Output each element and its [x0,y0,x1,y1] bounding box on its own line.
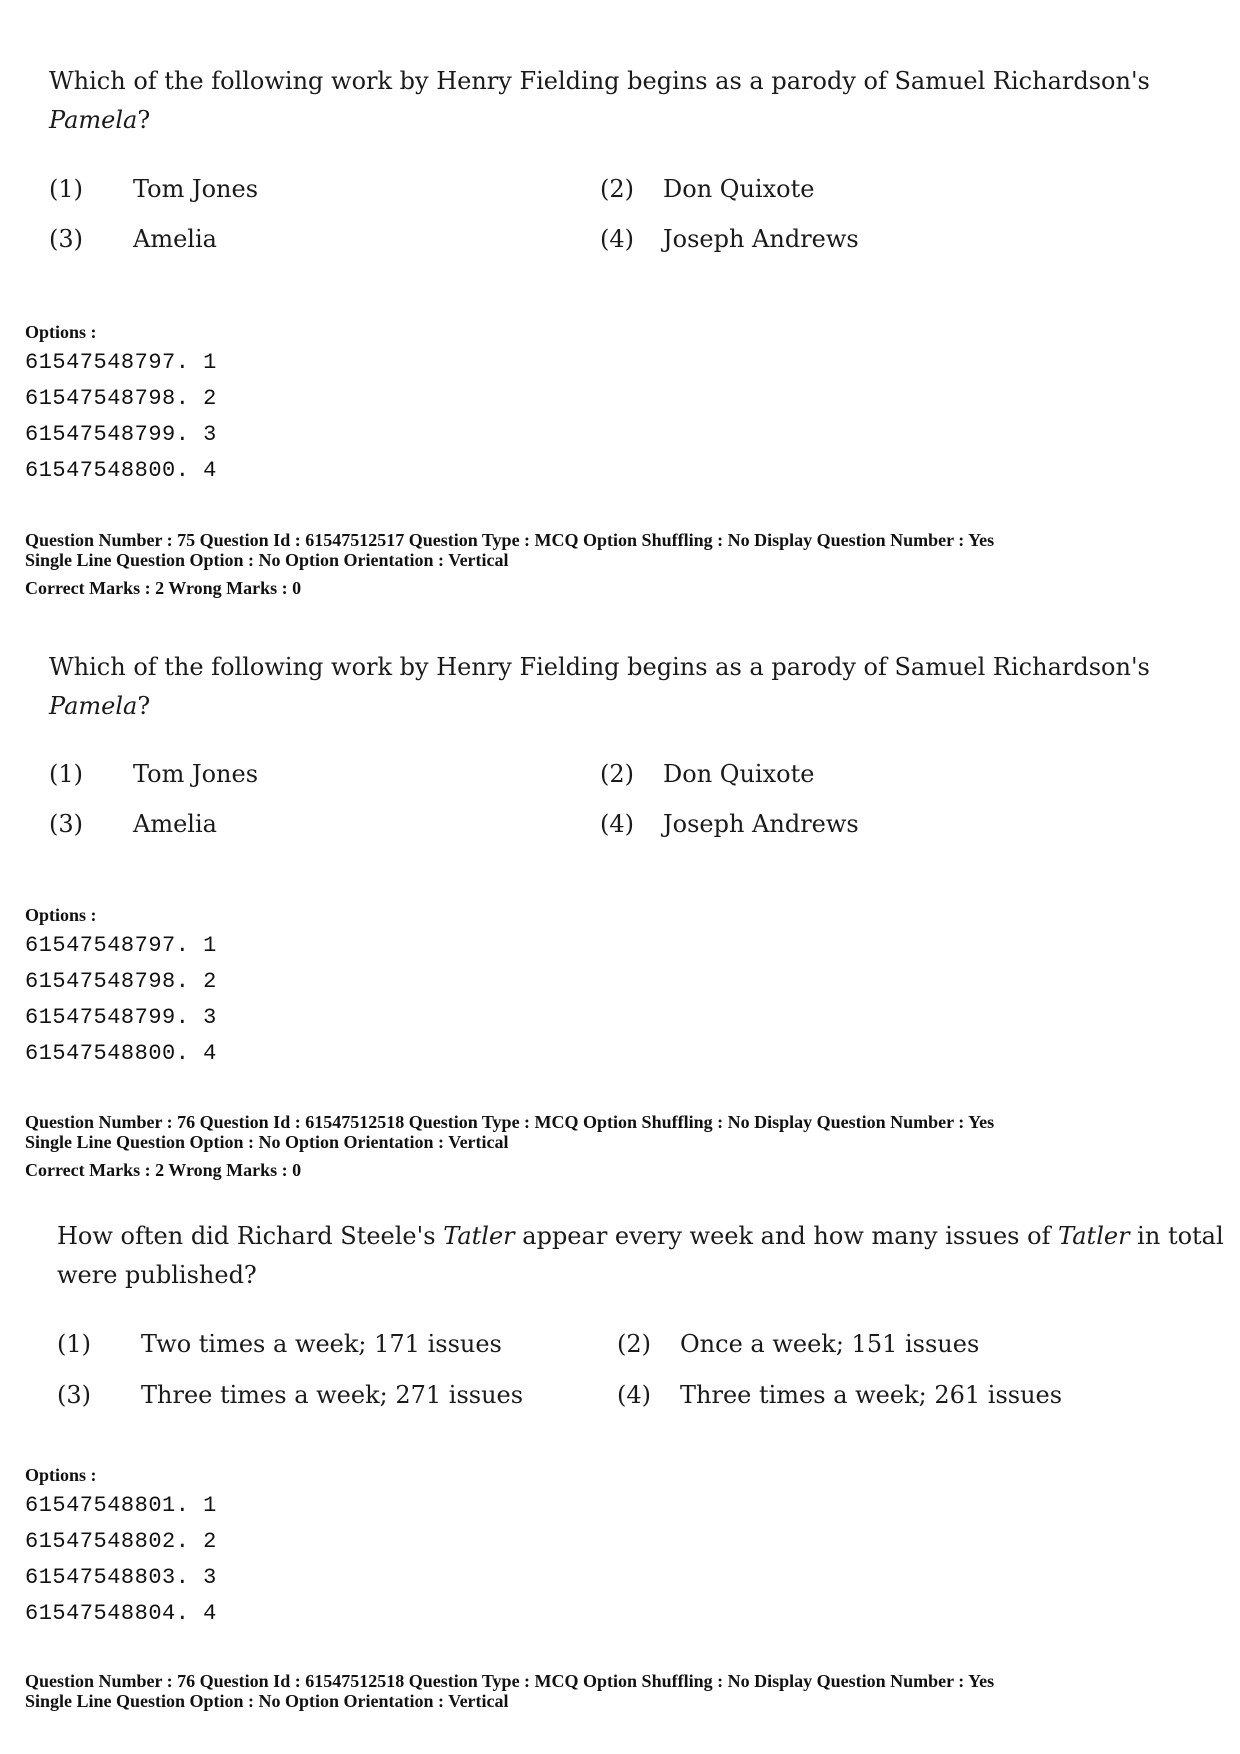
choice-text: Once a week; 151 issues [680,1330,980,1358]
option-id: 61547548800. 4 [25,458,217,483]
question-text: How often did Richard Steele's Tatler ap… [57,1217,1237,1295]
option-id: 61547548797. 1 [25,350,217,375]
choice-3: (3) Three times a week; 271 issues [57,1381,523,1409]
option-id: 61547548802. 2 [25,1529,217,1554]
choice-number: (4) [617,1381,651,1409]
choice-1: (1) Tom Jones [49,760,258,788]
option-id: 61547548797. 1 [25,933,217,958]
question-text: Which of the following work by Henry Fie… [49,648,1229,726]
choice-text: Don Quixote [663,760,815,788]
choice-text: Three times a week; 261 issues [680,1381,1063,1409]
choice-text: Don Quixote [663,175,815,203]
choice-1: (1) Tom Jones [49,175,258,203]
choice-text: Two times a week; 171 issues [141,1330,502,1358]
question-meta-line: Single Line Question Option : No Option … [25,1132,509,1152]
choice-4: (4) Joseph Andrews [600,810,859,838]
choice-4: (4) Joseph Andrews [600,225,859,253]
question-text-part: appear every week and how many issues of [514,1222,1059,1250]
marks-line: Correct Marks : 2 Wrong Marks : 0 [25,1160,302,1180]
options-label: Options : [25,905,97,925]
marks-line: Correct Marks : 2 Wrong Marks : 0 [25,578,302,598]
choice-number: (2) [600,175,634,203]
choice-number: (4) [600,225,634,253]
choice-text: Joseph Andrews [663,225,859,253]
choice-number: (2) [617,1330,651,1358]
question-italic-title: Pamela [49,692,138,720]
choice-text: Three times a week; 271 issues [141,1381,524,1409]
option-id: 61547548801. 1 [25,1493,217,1518]
choice-text: Amelia [133,225,217,253]
choice-text: Amelia [133,810,217,838]
choice-4: (4) Three times a week; 261 issues [617,1381,1062,1409]
choice-1: (1) Two times a week; 171 issues [57,1330,502,1358]
option-id: 61547548798. 2 [25,969,217,994]
question-meta-line: Single Line Question Option : No Option … [25,1691,509,1711]
option-id: 61547548803. 3 [25,1565,217,1590]
question-text-part: ? [137,106,151,134]
question-italic-title: Pamela [49,106,138,134]
choice-number: (2) [600,760,634,788]
choice-2: (2) Don Quixote [600,175,814,203]
question-text-part: Which of the following work by Henry Fie… [49,67,1150,95]
choice-number: (4) [600,810,634,838]
choice-number: (3) [49,225,83,253]
choice-number: (1) [49,175,83,203]
question-italic-title: Tatler [443,1222,515,1250]
question-meta-line: Question Number : 76 Question Id : 61547… [25,1671,995,1691]
choice-text: Tom Jones [133,175,259,203]
option-id: 61547548798. 2 [25,386,217,411]
option-id: 61547548804. 4 [25,1601,217,1626]
question-italic-title: Tatler [1058,1222,1130,1250]
choice-number: (3) [49,810,83,838]
option-id: 61547548799. 3 [25,1005,217,1030]
question-text-part: ? [137,692,151,720]
option-id: 61547548799. 3 [25,422,217,447]
choice-2: (2) Don Quixote [600,760,814,788]
options-label: Options : [25,322,97,342]
choice-2: (2) Once a week; 151 issues [617,1330,979,1358]
choice-number: (1) [57,1330,91,1358]
choice-3: (3) Amelia [49,810,217,838]
question-meta-line: Question Number : 75 Question Id : 61547… [25,530,995,550]
choice-3: (3) Amelia [49,225,217,253]
choice-text: Tom Jones [133,760,259,788]
options-label: Options : [25,1465,97,1485]
question-text-part: How often did Richard Steele's [57,1222,444,1250]
question-meta-line: Single Line Question Option : No Option … [25,550,509,570]
option-id: 61547548800. 4 [25,1041,217,1066]
question-meta-line: Question Number : 76 Question Id : 61547… [25,1112,995,1132]
choice-text: Joseph Andrews [663,810,859,838]
choice-number: (1) [49,760,83,788]
choice-number: (3) [57,1381,91,1409]
question-text: Which of the following work by Henry Fie… [49,62,1229,140]
question-text-part: Which of the following work by Henry Fie… [49,653,1150,681]
